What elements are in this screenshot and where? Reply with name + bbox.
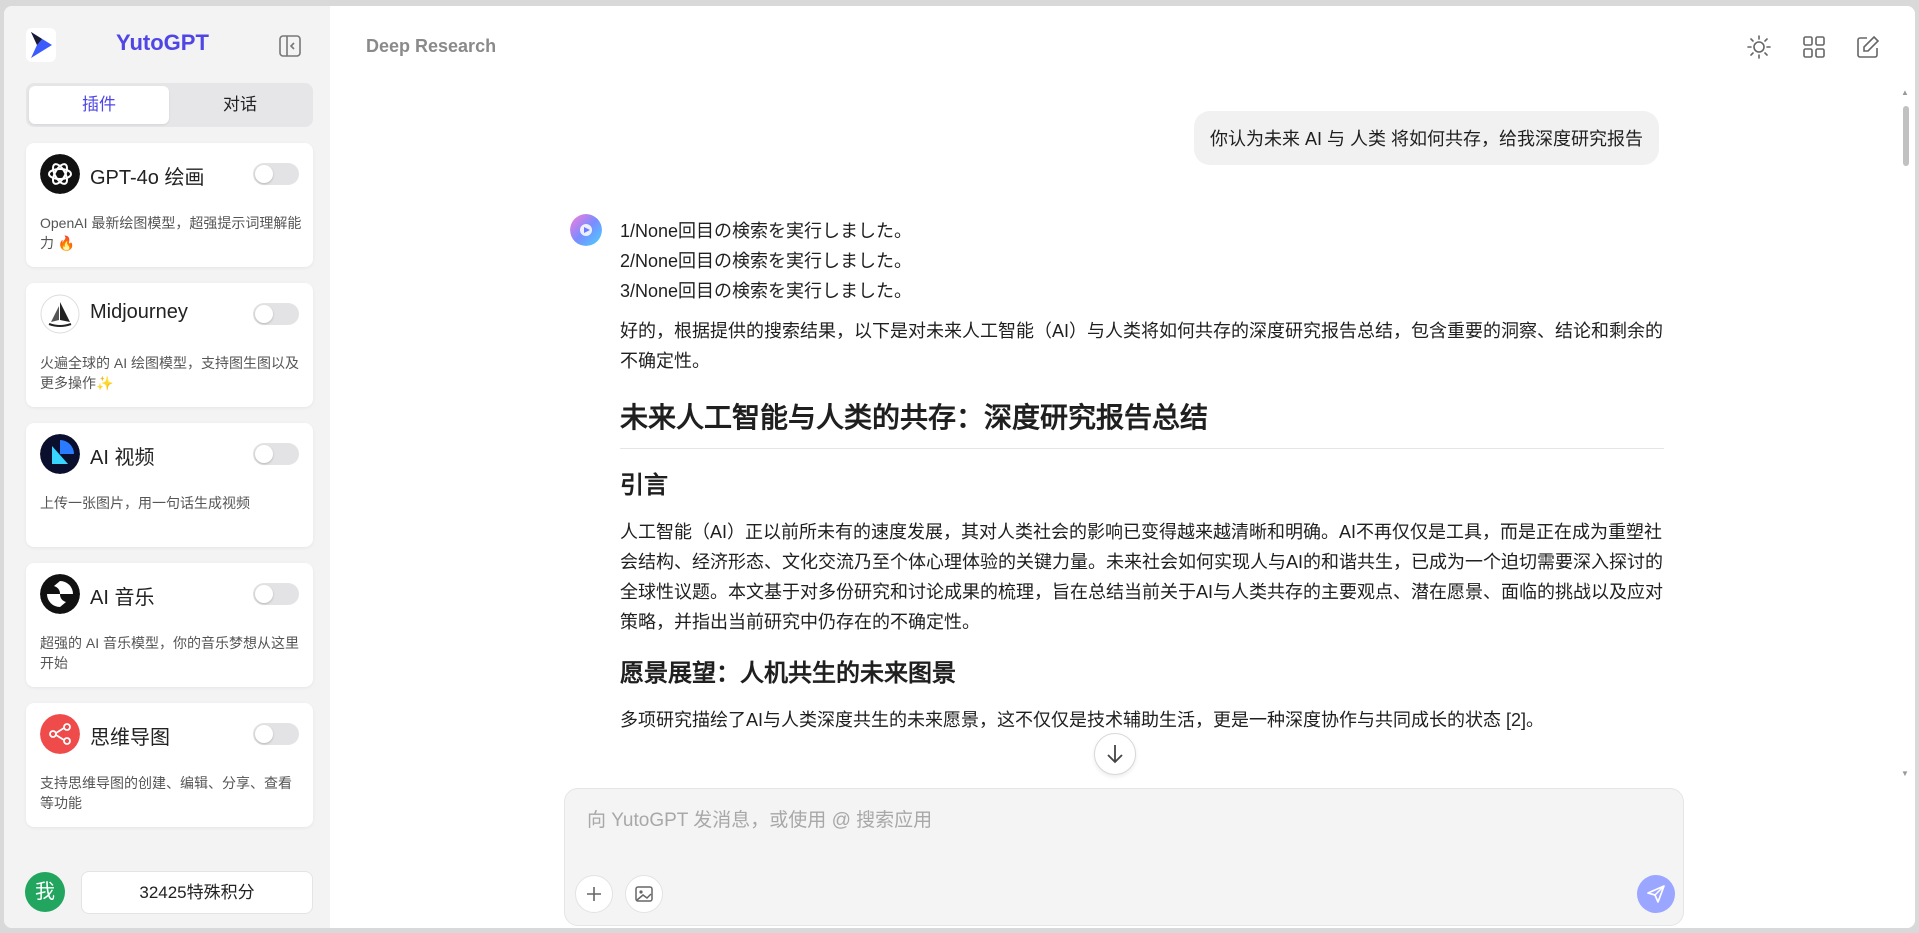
scroll-up-arrow-icon[interactable]: ▲: [1901, 88, 1909, 97]
section-heading: 引言: [620, 472, 668, 499]
app-window: YutoGPT 插件 对话 GPT-4o 绘画 OpenAI 最新绘图模型，超强…: [4, 6, 1915, 928]
tab-conversations[interactable]: 对话: [170, 86, 310, 124]
message-input[interactable]: [585, 805, 1659, 837]
plugin-toggle[interactable]: [253, 303, 299, 325]
section-heading: 愿景展望：人机共生的未来图景: [620, 660, 956, 687]
openai-icon: [40, 154, 80, 194]
plugin-description: 上传一张图片，用一句话生成视频: [40, 495, 250, 511]
plugin-card-midjourney[interactable]: Midjourney 火遍全球的 AI 绘图模型，支持图生图以及更多操作✨: [26, 283, 313, 407]
plugin-description: OpenAI 最新绘图模型，超强提示词理解能力 🔥: [40, 215, 302, 251]
plugin-description: 火遍全球的 AI 绘图模型，支持图生图以及更多操作✨: [40, 355, 300, 391]
midjourney-icon: [40, 294, 80, 334]
plugin-toggle[interactable]: [253, 583, 299, 605]
sidebar-tabs: 插件 对话: [26, 83, 313, 127]
plugin-name: AI 视频: [90, 447, 155, 469]
search-status-line: 1/None回目の検索を実行しました。: [620, 221, 913, 241]
plugin-toggle[interactable]: [253, 723, 299, 745]
tab-plugins[interactable]: 插件: [29, 86, 169, 124]
sidebar: YutoGPT 插件 对话 GPT-4o 绘画 OpenAI 最新绘图模型，超强…: [4, 6, 330, 928]
plugin-name: Midjourney: [90, 301, 188, 323]
search-status-line: 3/None回目の検索を実行しました。: [620, 281, 913, 301]
plugin-toggle[interactable]: [253, 163, 299, 185]
plugin-card-ai-music[interactable]: AI 音乐 超强的 AI 音乐模型，你的音乐梦想从这里开始: [26, 563, 313, 687]
user-avatar[interactable]: 我: [25, 872, 65, 912]
plugin-description: 支持思维导图的创建、编辑、分享、查看等功能: [40, 775, 292, 811]
brand-name: YutoGPT: [116, 30, 209, 55]
logo-icon: [26, 28, 56, 62]
collapse-sidebar-icon[interactable]: [278, 34, 302, 58]
plugin-toggle[interactable]: [253, 443, 299, 465]
section-paragraph: 多项研究描绘了AI与人类深度共生的未来愿景，这不仅仅是技术辅助生活，更是一种深度…: [620, 710, 1545, 730]
plugin-name: GPT-4o 绘画: [90, 167, 205, 189]
music-icon: [40, 574, 80, 614]
search-status-line: 2/None回目の検索を実行しました。: [620, 251, 913, 271]
new-chat-edit-icon[interactable]: [1855, 34, 1881, 60]
scrollbar-thumb[interactable]: [1903, 106, 1909, 166]
plugin-card-gpt4o[interactable]: GPT-4o 绘画 OpenAI 最新绘图模型，超强提示词理解能力 🔥: [26, 143, 313, 267]
add-plus-icon[interactable]: [575, 875, 613, 913]
scroll-to-bottom-icon[interactable]: [1094, 733, 1136, 775]
user-message-bubble: 你认为未来 AI 与 人类 将如何共存，给我深度研究报告: [1193, 111, 1659, 165]
plugin-name: AI 音乐: [90, 587, 155, 609]
upload-image-icon[interactable]: [625, 875, 663, 913]
report-title: 未来人工智能与人类的共存：深度研究报告总结: [620, 398, 1664, 449]
assistant-avatar-icon: [570, 214, 602, 246]
theme-sun-icon[interactable]: [1746, 34, 1772, 60]
page-title: Deep Research: [366, 36, 497, 56]
plugin-description: 超强的 AI 音乐模型，你的音乐梦想从这里开始: [40, 635, 300, 671]
apps-grid-icon[interactable]: [1801, 34, 1827, 60]
send-icon[interactable]: [1637, 875, 1675, 913]
message-composer: [564, 788, 1684, 926]
plugin-card-mindmap[interactable]: 思维导图 支持思维导图的创建、编辑、分享、查看等功能: [26, 703, 313, 827]
section-paragraph: 人工智能（AI）正以前所未有的速度发展，其对人类社会的影响已变得越来越清晰和明确…: [620, 522, 1664, 632]
intro-paragraph: 好的，根据提供的搜索结果，以下是对未来人工智能（AI）与人类将如何共存的深度研究…: [620, 321, 1664, 371]
plugin-card-ai-video[interactable]: AI 视频 上传一张图片，用一句话生成视频: [26, 423, 313, 547]
scroll-down-arrow-icon[interactable]: ▼: [1901, 769, 1909, 778]
scrollbar[interactable]: ▲ ▼: [1901, 88, 1911, 778]
credits-badge[interactable]: 32425特殊积分: [81, 871, 313, 914]
assistant-response: 1/None回目の検索を実行しました。 2/None回目の検索を実行しました。 …: [620, 216, 1664, 735]
video-icon: [40, 434, 80, 474]
plugin-name: 思维导图: [90, 727, 170, 749]
mindmap-icon: [40, 714, 80, 754]
main-panel: Deep Research 你认为未来 AI 与 人类 将如何共存，给我深度研究…: [330, 6, 1915, 928]
